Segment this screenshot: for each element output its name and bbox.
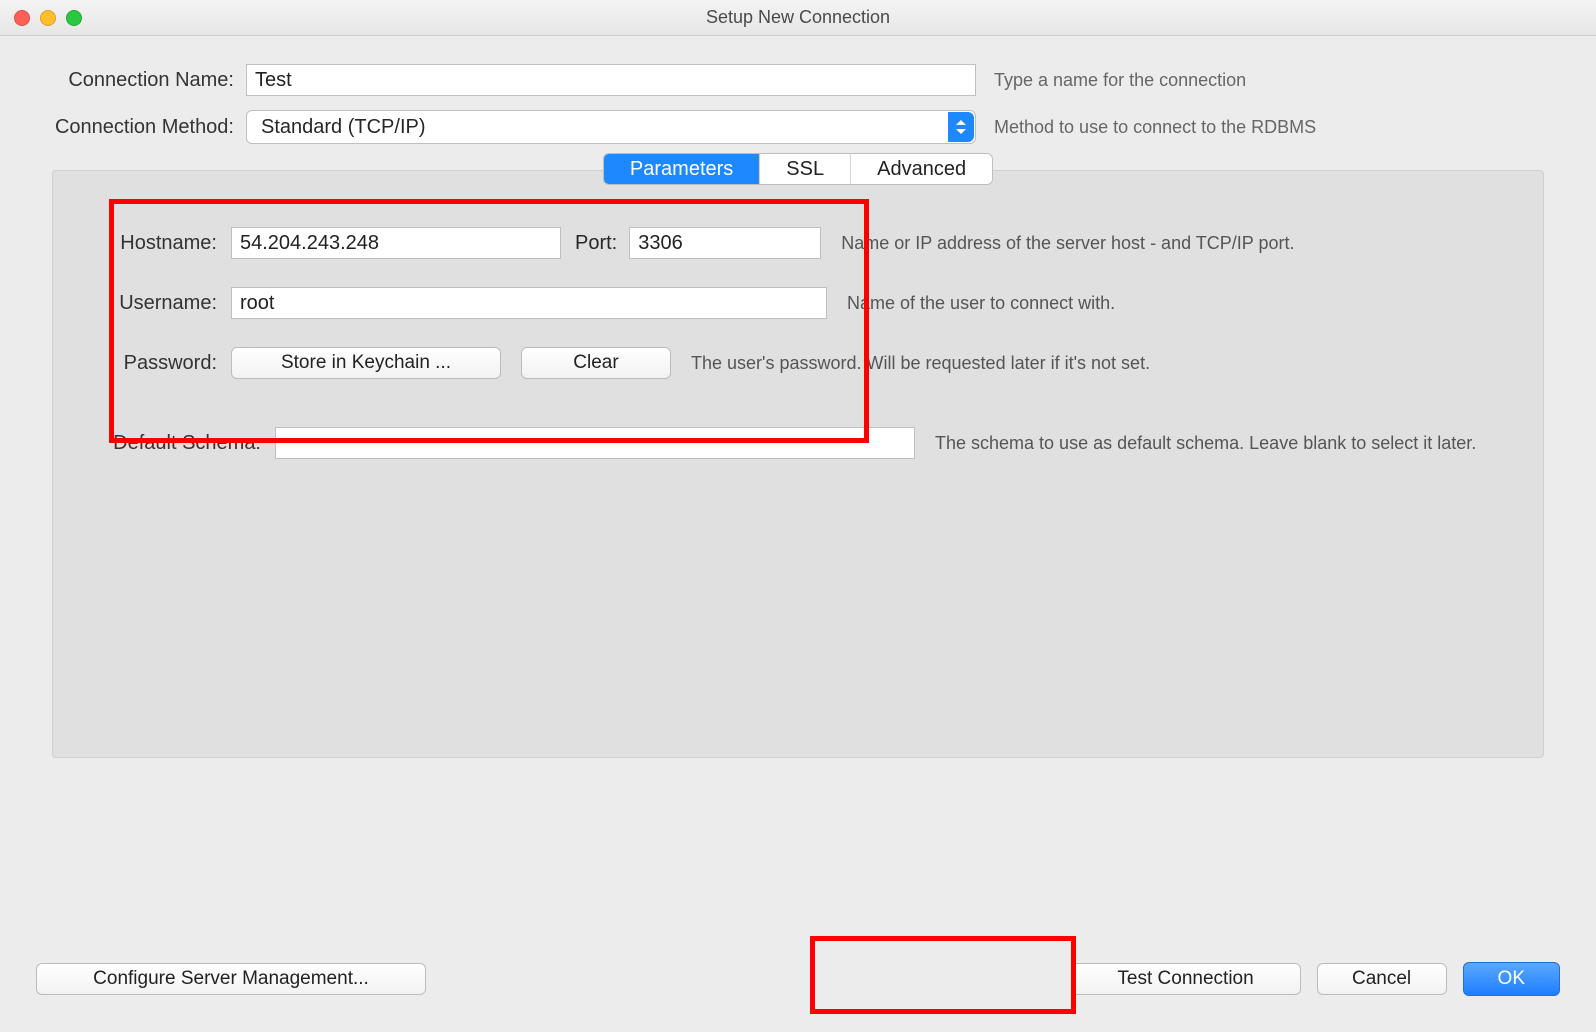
store-keychain-button[interactable]: Store in Keychain ... bbox=[231, 347, 501, 379]
window-controls bbox=[14, 10, 82, 26]
default-schema-input[interactable] bbox=[275, 427, 915, 459]
connection-method-help: Method to use to connect to the RDBMS bbox=[994, 117, 1560, 138]
password-help: The user's password. Will be requested l… bbox=[691, 351, 1519, 375]
parameters-panel: Parameters SSL Advanced Hostname: Port: … bbox=[52, 170, 1544, 758]
dialog-button-row: Configure Server Management... Test Conn… bbox=[36, 962, 1560, 996]
username-row: Username: Name of the user to connect wi… bbox=[77, 287, 1519, 319]
default-schema-help: The schema to use as default schema. Lea… bbox=[935, 431, 1519, 455]
connection-name-label: Connection Name: bbox=[36, 69, 246, 92]
username-label: Username: bbox=[77, 292, 231, 315]
clear-password-button[interactable]: Clear bbox=[521, 347, 671, 379]
password-row: Password: Store in Keychain ... Clear Th… bbox=[77, 347, 1519, 379]
hostname-row: Hostname: Port: Name or IP address of th… bbox=[77, 227, 1519, 259]
connection-method-row: Connection Method: Standard (TCP/IP) Met… bbox=[36, 110, 1560, 144]
configure-server-button[interactable]: Configure Server Management... bbox=[36, 963, 426, 995]
zoom-icon[interactable] bbox=[66, 10, 82, 26]
tab-parameters[interactable]: Parameters bbox=[604, 154, 760, 184]
ok-button[interactable]: OK bbox=[1463, 962, 1560, 996]
hostname-help: Name or IP address of the server host - … bbox=[841, 231, 1519, 255]
window-title: Setup New Connection bbox=[706, 7, 890, 28]
connection-name-input[interactable] bbox=[246, 64, 976, 96]
connection-method-label: Connection Method: bbox=[36, 116, 246, 139]
connection-header-form: Connection Name: Type a name for the con… bbox=[0, 36, 1596, 170]
connection-name-help: Type a name for the connection bbox=[994, 70, 1560, 91]
connection-method-value: Standard (TCP/IP) bbox=[261, 116, 426, 139]
username-help: Name of the user to connect with. bbox=[847, 291, 1519, 315]
tab-strip: Parameters SSL Advanced bbox=[603, 153, 993, 185]
tab-ssl[interactable]: SSL bbox=[760, 154, 851, 184]
default-schema-label: Default Schema: bbox=[77, 432, 275, 455]
default-schema-row: Default Schema: The schema to use as def… bbox=[77, 427, 1519, 459]
chevron-updown-icon bbox=[948, 112, 974, 142]
cancel-button[interactable]: Cancel bbox=[1317, 963, 1447, 995]
connection-name-row: Connection Name: Type a name for the con… bbox=[36, 64, 1560, 96]
tab-advanced[interactable]: Advanced bbox=[851, 154, 992, 184]
port-label: Port: bbox=[575, 232, 617, 255]
password-label: Password: bbox=[77, 352, 231, 375]
close-icon[interactable] bbox=[14, 10, 30, 26]
titlebar: Setup New Connection bbox=[0, 0, 1596, 36]
test-connection-button[interactable]: Test Connection bbox=[1071, 963, 1301, 995]
username-input[interactable] bbox=[231, 287, 827, 319]
port-input[interactable] bbox=[629, 227, 821, 259]
hostname-label: Hostname: bbox=[77, 232, 231, 255]
minimize-icon[interactable] bbox=[40, 10, 56, 26]
connection-method-select[interactable]: Standard (TCP/IP) bbox=[246, 110, 976, 144]
hostname-input[interactable] bbox=[231, 227, 561, 259]
